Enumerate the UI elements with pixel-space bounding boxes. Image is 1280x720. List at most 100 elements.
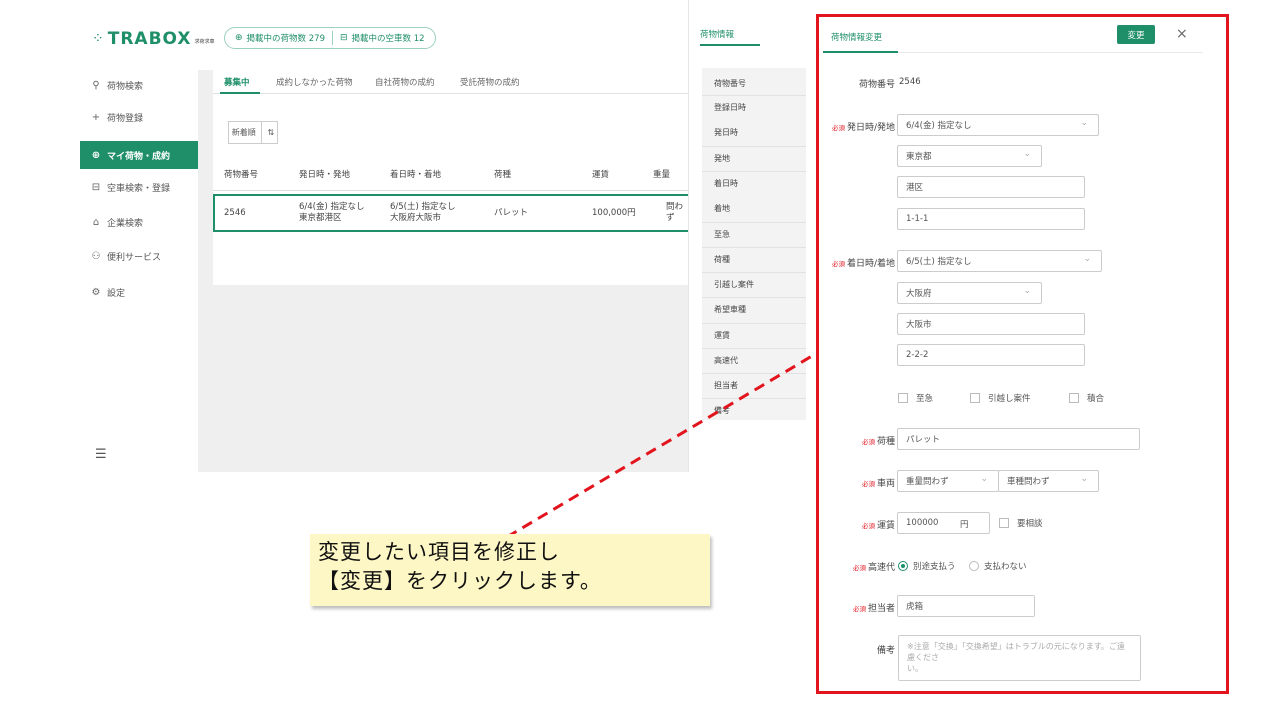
divider <box>702 171 806 172</box>
cargo-type-input[interactable]: パレット <box>897 428 1140 450</box>
collapse-sidebar-icon[interactable]: ☰ <box>95 447 107 462</box>
column-header-weight[interactable]: 重量 <box>653 168 670 180</box>
divider <box>702 247 806 248</box>
arrival-prefecture-select[interactable]: 大阪府 ⌄ <box>897 282 1042 304</box>
sidebar-item-cargo-search[interactable]: ⚲ 荷物検索 <box>80 72 198 98</box>
required-badge: 必須 <box>852 605 866 613</box>
sidebar-item-my-cargo[interactable]: ⊕ マイ荷物・成約 <box>80 141 198 169</box>
label-cargo-id: 荷物番号 <box>858 80 895 90</box>
sidebar: ⚲ 荷物検索 + 荷物登録 ⊕ マイ荷物・成約 ⊟ 空車検索・登録 ⌂ 企業検索… <box>80 70 198 472</box>
listing-counts-badge[interactable]: ⊕ 掲載中の荷物数 279 ⊟ 掲載中の空車数 12 <box>224 27 436 49</box>
moving-checkbox[interactable]: 引越し案件 <box>970 392 1031 404</box>
sort-icon: ⇅ <box>267 128 275 137</box>
cell-weight-line1: 問わ <box>666 202 684 212</box>
cargo-list-panel <box>213 70 688 285</box>
column-header-fare[interactable]: 運賃 <box>592 168 609 180</box>
checkbox-label: 至急 <box>916 394 934 404</box>
vehicle-type-select[interactable]: 車種問わず ⌄ <box>998 470 1099 492</box>
info-item: 高速代 <box>714 356 738 365</box>
divider <box>702 272 806 273</box>
sort-button[interactable]: 新着順 ⇅ <box>228 121 278 144</box>
cell-departure-place: 東京都港区 <box>299 213 342 223</box>
tab-not-contracted[interactable]: 成約しなかった荷物 <box>276 70 353 94</box>
sidebar-item-truck-search[interactable]: ⊟ 空車検索・登録 <box>80 174 198 200</box>
info-item: 担当者 <box>714 381 738 390</box>
tab-recruiting[interactable]: 募集中 <box>224 70 250 94</box>
column-header-cargo[interactable]: 荷種 <box>494 168 511 180</box>
close-icon[interactable]: × <box>1176 26 1188 42</box>
urgent-checkbox[interactable]: 至急 <box>898 392 933 404</box>
highway-no-pay-radio[interactable]: 支払わない <box>969 560 1027 572</box>
person-in-charge-input[interactable]: 虎箱 <box>897 595 1035 617</box>
tab-cargo-edit[interactable]: 荷物情報変更 <box>831 31 882 43</box>
divider <box>702 398 806 399</box>
label-memo: 備考 <box>876 646 895 656</box>
divider <box>331 31 333 45</box>
column-header-arrival[interactable]: 着日時・着地 <box>390 168 441 180</box>
instruction-callout: 変更したい項目を修正し 【変更】をクリックします。 <box>310 534 710 606</box>
mixed-load-checkbox[interactable]: 積合 <box>1069 392 1104 404</box>
label-arrival: 必須 着日時/着地 <box>832 256 895 269</box>
cell-weight-line2: ず <box>666 213 675 223</box>
chevron-down-icon: ⌄ <box>1083 254 1091 264</box>
label-person-in-charge: 必須 担当者 <box>853 601 895 614</box>
trabox-logo[interactable]: ⁘ TRABOX 求荷求車 <box>92 29 215 49</box>
departure-address-input[interactable]: 1-1-1 <box>897 208 1085 230</box>
change-button[interactable]: 変更 <box>1117 25 1155 44</box>
cell-fare: 100,000円 <box>592 208 636 218</box>
info-item: 荷物番号 <box>714 79 746 88</box>
departure-city-input[interactable]: 港区 <box>897 176 1085 198</box>
radio-label: 支払わない <box>984 562 1027 572</box>
divider <box>702 222 806 223</box>
sidebar-item-services[interactable]: ⚇ 便利サービス <box>80 243 198 269</box>
box-icon: ⊕ <box>91 149 101 161</box>
arrival-address-input[interactable]: 2-2-2 <box>897 344 1085 366</box>
sidebar-item-settings[interactable]: ⚙ 設定 <box>80 279 198 305</box>
sidebar-item-cargo-register[interactable]: + 荷物登録 <box>80 104 198 130</box>
callout-line1: 変更したい項目を修正し <box>318 540 560 564</box>
tab-entrusted-contracted[interactable]: 受託荷物の成約 <box>460 70 520 94</box>
label-fare: 必須 運賃 <box>862 518 895 531</box>
gear-icon: ⚙ <box>91 286 101 298</box>
memo-textarea[interactable]: ※注意「交換」「交換希望」はトラブルの元になります。ご遠慮くださ い。 <box>898 635 1141 681</box>
callout-line2: 【変更】をクリックします。 <box>318 569 602 593</box>
logo-subtitle: 求荷求車 <box>194 39 215 45</box>
fare-consult-checkbox[interactable]: 要相談 <box>999 517 1043 529</box>
divider <box>702 323 806 324</box>
tab-cargo-info[interactable]: 荷物情報 <box>700 28 734 40</box>
truck-icon: ⊟ <box>91 181 101 193</box>
box-icon: ⊕ <box>235 33 243 43</box>
fare-unit: 円 <box>960 520 969 530</box>
column-header-departure[interactable]: 発日時・発地 <box>299 168 350 180</box>
select-value: 東京都 <box>906 152 932 162</box>
checkbox-box <box>898 393 908 403</box>
tab-own-contracted[interactable]: 自社荷物の成約 <box>375 70 435 94</box>
info-item: 登録日時 <box>714 103 746 112</box>
column-header-id[interactable]: 荷物番号 <box>224 168 258 180</box>
departure-date-select[interactable]: 6/4(金) 指定なし ⌄ <box>897 114 1099 136</box>
vehicle-weight-select[interactable]: 重量問わず ⌄ <box>897 470 999 492</box>
input-value: 1-1-1 <box>906 214 929 224</box>
sidebar-item-label: 荷物登録 <box>107 113 144 124</box>
info-item: 備考 <box>714 406 730 415</box>
label-text: 車両 <box>876 479 895 489</box>
departure-prefecture-select[interactable]: 東京都 ⌄ <box>897 145 1042 167</box>
sidebar-item-company-search[interactable]: ⌂ 企業検索 <box>80 209 198 235</box>
select-value: 6/5(土) 指定なし <box>906 257 972 267</box>
fare-input[interactable]: 100000 <box>897 512 990 534</box>
cell-departure-date: 6/4(金) 指定なし <box>299 202 365 212</box>
label-text: 高速代 <box>867 563 895 573</box>
info-item: 希望車種 <box>714 305 746 314</box>
table-header-divider <box>213 190 688 191</box>
required-badge: 必須 <box>831 124 845 132</box>
sidebar-item-label: 便利サービス <box>107 252 162 263</box>
arrival-date-select[interactable]: 6/5(土) 指定なし ⌄ <box>897 250 1102 272</box>
highway-pay-separately-radio[interactable]: 別途支払う <box>898 560 956 572</box>
active-tab-indicator <box>823 51 898 53</box>
label-text: 着日時/着地 <box>846 259 895 269</box>
active-tab-indicator <box>220 92 260 94</box>
cargo-info-list <box>702 68 806 420</box>
label-text: 担当者 <box>867 604 895 614</box>
chevron-down-icon: ⌄ <box>1080 118 1088 128</box>
arrival-city-input[interactable]: 大阪市 <box>897 313 1085 335</box>
